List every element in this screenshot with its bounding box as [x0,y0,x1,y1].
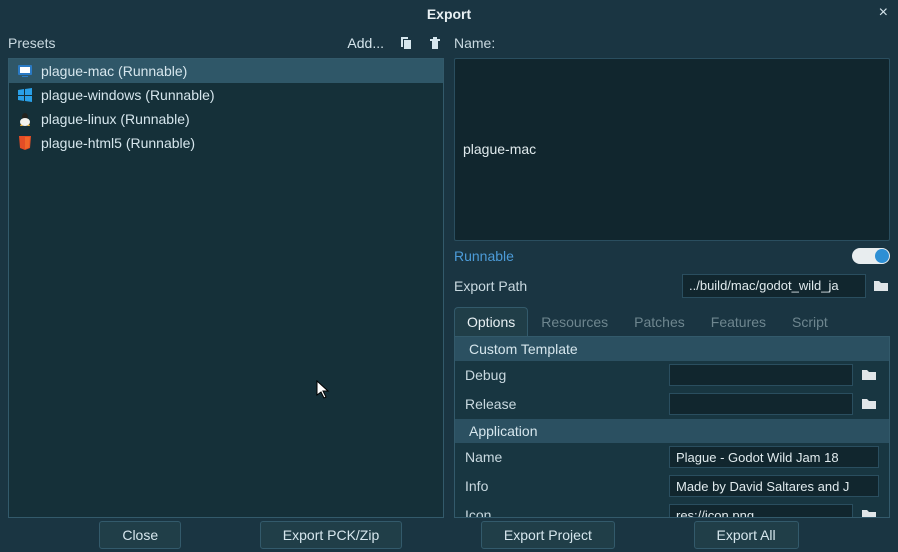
presets-heading: Presets [8,35,55,51]
tab-resources[interactable]: Resources [528,307,621,336]
preset-item-label: plague-html5 (Runnable) [41,135,195,151]
release-field[interactable] [669,393,853,415]
folder-icon[interactable] [861,368,879,382]
tab-features[interactable]: Features [698,307,779,336]
export-pck-button[interactable]: Export PCK/Zip [260,521,402,549]
folder-icon[interactable] [872,277,890,295]
folder-icon[interactable] [861,508,879,518]
preset-item-linux[interactable]: plague-linux (Runnable) [9,107,443,131]
preset-item-label: plague-mac (Runnable) [41,63,187,79]
export-project-button[interactable]: Export Project [481,521,615,549]
mac-icon [17,63,33,79]
copy-preset-icon[interactable] [396,34,414,52]
close-button[interactable]: Close [99,521,181,549]
preset-list[interactable]: plague-mac (Runnable) plague-windows (Ru… [8,58,444,518]
name-label: Name: [454,35,495,51]
preset-item-html5[interactable]: plague-html5 (Runnable) [9,131,443,155]
linux-icon [17,111,33,127]
preset-item-label: plague-linux (Runnable) [41,111,190,127]
options-panel[interactable]: Custom Template Debug Release Applicatio… [454,337,890,519]
app-icon-field[interactable]: res://icon.png [669,504,853,518]
windows-icon [17,87,33,103]
export-all-button[interactable]: Export All [694,521,799,549]
section-application: Application [455,419,889,443]
footer: Close Export PCK/Zip Export Project Expo… [0,518,898,552]
app-name-field[interactable]: Plague - Godot Wild Jam 18 [669,446,879,468]
preset-item-mac[interactable]: plague-mac (Runnable) [9,59,443,83]
app-icon-label: Icon [465,507,661,518]
name-input[interactable] [454,58,890,241]
window-title: Export [427,6,471,22]
section-custom-template: Custom Template [455,337,889,361]
html5-icon [17,135,33,151]
app-info-label: Info [465,478,661,494]
release-label: Release [465,396,661,412]
delete-preset-icon[interactable] [426,34,444,52]
preset-item-label: plague-windows (Runnable) [41,87,215,103]
options-tabs: Options Resources Patches Features Scrip… [454,307,890,337]
tab-script[interactable]: Script [779,307,841,336]
debug-field[interactable] [669,364,853,386]
app-name-label: Name [465,449,661,465]
runnable-label: Runnable [454,248,514,264]
add-preset-button[interactable]: Add... [347,35,384,51]
folder-icon[interactable] [861,397,879,411]
runnable-toggle[interactable] [852,248,890,264]
titlebar: Export × [0,0,898,28]
tab-patches[interactable]: Patches [621,307,698,336]
app-info-field[interactable]: Made by David Saltares and J [669,475,879,497]
close-icon[interactable]: × [879,4,888,22]
export-path-input[interactable] [682,274,866,298]
export-path-label: Export Path [454,278,527,294]
tab-options[interactable]: Options [454,307,528,336]
debug-label: Debug [465,367,661,383]
preset-item-windows[interactable]: plague-windows (Runnable) [9,83,443,107]
